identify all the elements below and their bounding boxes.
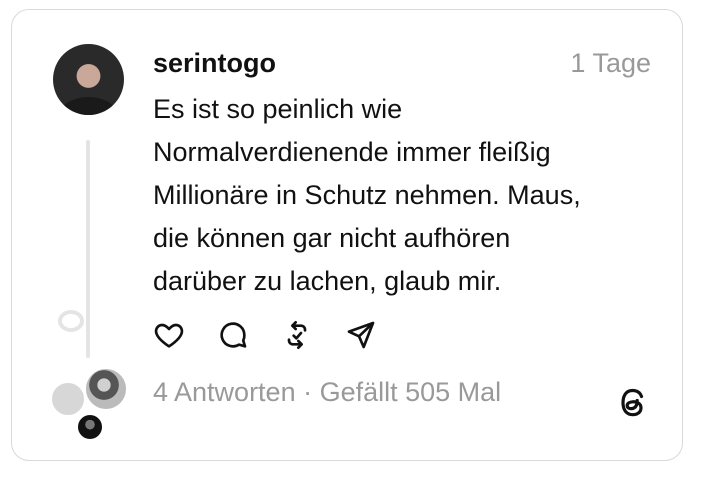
reply-avatar: [76, 413, 104, 441]
reply-avatar: [50, 381, 86, 417]
reply-avatar: [84, 367, 128, 411]
author-username[interactable]: serintogo: [153, 48, 276, 79]
post-text-line: die können gar nicht aufhören: [153, 223, 511, 253]
threads-logo-icon[interactable]: [612, 382, 654, 424]
post-text-line: Normalverdienende immer fleißig: [153, 137, 551, 167]
author-avatar[interactable]: [53, 44, 124, 115]
post-time: 1 Tage: [570, 48, 651, 78]
thread-loop: [58, 310, 84, 332]
repost-icon[interactable]: [280, 318, 314, 352]
post-text-line: Es ist so peinlich wie: [153, 94, 403, 124]
send-icon[interactable]: [344, 318, 378, 352]
comment-icon[interactable]: [216, 318, 250, 352]
post-actions: [152, 318, 378, 352]
post-text: Es ist so peinlich wie Normalverdienende…: [153, 88, 653, 303]
post-stats[interactable]: 4 Antworten · Gefällt 505 Mal: [153, 377, 501, 408]
heart-icon[interactable]: [152, 318, 186, 352]
post-text-line: darüber zu lachen, glaub mir.: [153, 266, 502, 296]
post-text-line: Millionäre in Schutz nehmen. Maus,: [153, 180, 581, 210]
thread-line: [86, 140, 90, 358]
